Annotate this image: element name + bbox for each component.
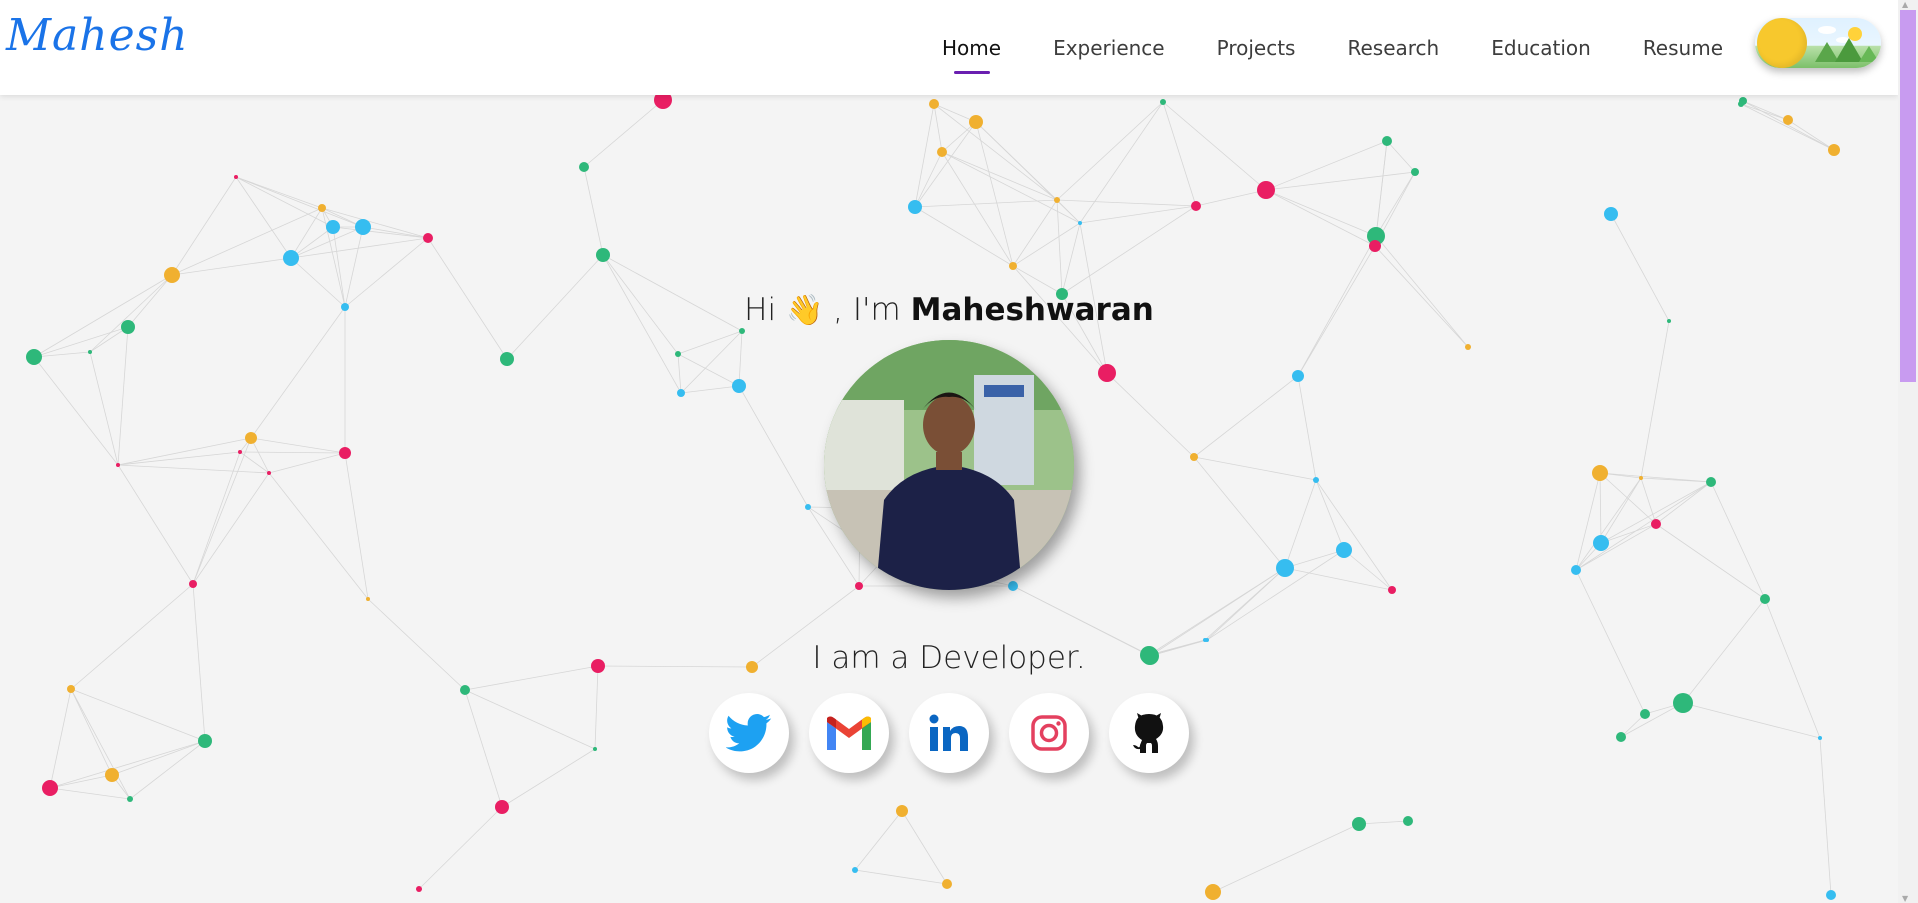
- nav-links: Home Experience Projects Research Educat…: [890, 0, 1723, 95]
- site-logo[interactable]: Mahesh: [6, 10, 189, 61]
- profile-avatar: [824, 340, 1074, 590]
- waving-hand-icon: 👋: [785, 293, 824, 328]
- greeting-prefix: Hi: [744, 292, 777, 328]
- twitter-button[interactable]: [709, 693, 789, 773]
- greeting-heading: Hi 👋 , I'm Maheshwaran: [0, 292, 1898, 328]
- scroll-down-arrow-icon[interactable]: ▼: [1902, 894, 1908, 903]
- nav-link-research[interactable]: Research: [1347, 36, 1439, 60]
- greeting-mid: , I'm: [833, 292, 901, 328]
- linkedin-icon: [929, 714, 968, 751]
- nav-link-home[interactable]: Home: [942, 36, 1001, 60]
- github-icon: [1133, 713, 1164, 753]
- nav-link-resume[interactable]: Resume: [1643, 36, 1723, 60]
- scroll-thumb[interactable]: [1900, 10, 1916, 382]
- profile-photo: [824, 340, 1074, 590]
- theme-toggle[interactable]: [1755, 18, 1881, 68]
- twitter-icon: [726, 714, 772, 752]
- instagram-icon: [1031, 715, 1067, 751]
- landscape-icon: [1815, 26, 1879, 62]
- gmail-button[interactable]: [809, 693, 889, 773]
- nav-link-projects[interactable]: Projects: [1217, 36, 1296, 60]
- hero-tagline: I am a Developer.: [812, 640, 1086, 676]
- scrollbar[interactable]: ▲ ▼: [1898, 0, 1918, 903]
- nav-link-experience[interactable]: Experience: [1053, 36, 1165, 60]
- instagram-button[interactable]: [1009, 693, 1089, 773]
- linkedin-button[interactable]: [909, 693, 989, 773]
- scroll-up-arrow-icon[interactable]: ▲: [1902, 0, 1908, 9]
- github-button[interactable]: [1109, 693, 1189, 773]
- nav-link-education[interactable]: Education: [1491, 36, 1591, 60]
- hero-name: Maheshwaran: [910, 292, 1154, 328]
- hero-section: Hi 👋 , I'm Maheshwaran I am a Developer.: [0, 0, 1898, 903]
- social-links: [709, 693, 1209, 773]
- navbar: Mahesh Home Experience Projects Research…: [0, 0, 1898, 95]
- gmail-icon: [827, 716, 871, 750]
